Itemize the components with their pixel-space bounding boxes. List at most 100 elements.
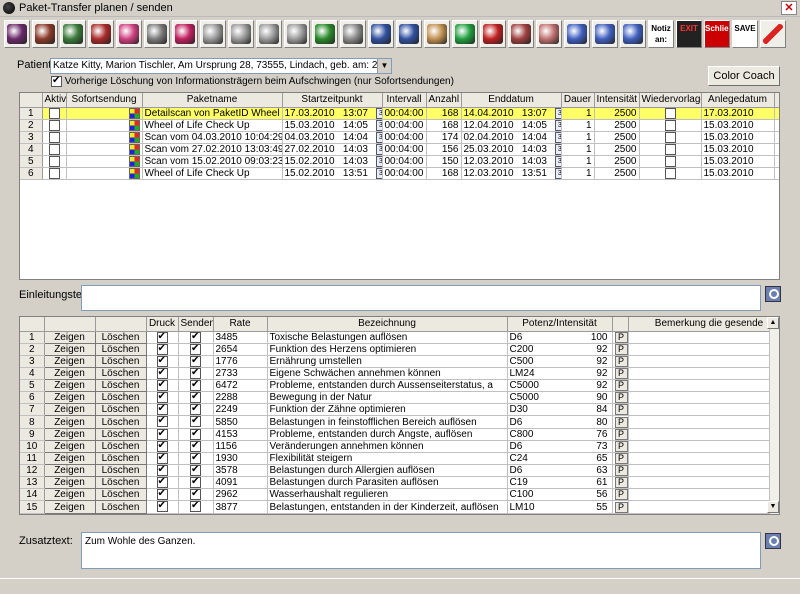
- color-wheel-icon[interactable]: [128, 119, 140, 131]
- senden-checkbox[interactable]: [190, 404, 201, 415]
- calendar-icon[interactable]: 31: [555, 131, 560, 143]
- aktiv-checkbox[interactable]: [48, 156, 60, 167]
- aktiv-cell[interactable]: [42, 155, 67, 169]
- rate-row[interactable]: 1ZeigenLöschen 3485Toxische Belastungen a…: [20, 330, 779, 344]
- rate-row[interactable]: 8ZeigenLöschen 5850Belastungen in feinsto…: [20, 415, 779, 429]
- dauer-cell[interactable]: 1: [561, 107, 595, 120]
- wiedervorlage-checkbox[interactable]: [664, 131, 676, 143]
- bemerkung-cell[interactable]: [628, 488, 779, 502]
- zeigen-button[interactable]: Zeigen: [43, 342, 96, 356]
- zeigen-button[interactable]: Zeigen: [43, 391, 96, 405]
- druck-checkbox[interactable]: [156, 367, 168, 379]
- druck-checkbox[interactable]: [156, 404, 168, 415]
- intensitaet-cell[interactable]: 2500: [594, 107, 640, 120]
- loeschen-button[interactable]: Löschen: [94, 427, 147, 441]
- p-button[interactable]: P: [614, 343, 627, 355]
- anzahl-cell[interactable]: 168: [426, 119, 462, 132]
- p-cell[interactable]: P: [612, 355, 629, 368]
- zeigen-button[interactable]: Zeigen: [43, 379, 96, 393]
- col-intensitaet[interactable]: Intensität: [594, 93, 640, 108]
- druck-checkbox[interactable]: [156, 331, 168, 343]
- anzahl-cell[interactable]: 156: [426, 143, 462, 157]
- zeigen-button[interactable]: Zeigen: [43, 464, 96, 478]
- close-window-button[interactable]: ✕: [781, 1, 797, 15]
- tool-2-button[interactable]: [32, 20, 58, 48]
- aktiv-cell[interactable]: [42, 143, 67, 157]
- schliessen-button[interactable]: Schließen: [704, 20, 730, 48]
- paket-row[interactable]: 5 Scan vom 15.02.2010 09:03:23 15.02.2010 …: [20, 155, 779, 169]
- zeigen-button[interactable]: Zeigen: [43, 354, 96, 368]
- sofortsendung-cell[interactable]: [66, 119, 143, 132]
- druck-cell[interactable]: [146, 355, 179, 368]
- wiedervorlage-cell[interactable]: [639, 167, 702, 181]
- intensitaet-cell[interactable]: 2500: [594, 119, 640, 132]
- loeschen-button[interactable]: Löschen: [94, 354, 147, 368]
- loeschen-button[interactable]: Löschen: [94, 439, 147, 453]
- loeschen-button[interactable]: Löschen: [94, 464, 147, 478]
- senden-checkbox[interactable]: [190, 452, 201, 464]
- color-wheel-icon[interactable]: [128, 131, 140, 143]
- potenz-cell[interactable]: LM24 92: [507, 367, 613, 381]
- e-cell[interactable]: [774, 107, 779, 120]
- tool-10-button[interactable]: [256, 20, 282, 48]
- paket-row[interactable]: 1 Detailscan von PaketID Wheel o 17.03.201…: [20, 107, 779, 120]
- potenz-cell[interactable]: C800 76: [507, 428, 613, 441]
- loeschen-button[interactable]: Löschen: [94, 488, 147, 502]
- e-cell[interactable]: [774, 131, 779, 144]
- tool-6-button[interactable]: [144, 20, 170, 48]
- zeigen-button[interactable]: Zeigen: [43, 439, 96, 453]
- druck-checkbox[interactable]: [156, 501, 168, 513]
- potenz-cell[interactable]: C100 56: [507, 488, 613, 502]
- loeschen-button[interactable]: Löschen: [94, 366, 147, 381]
- e-cell[interactable]: [774, 119, 779, 132]
- potenz-cell[interactable]: D30 84: [507, 403, 613, 417]
- paketname-cell[interactable]: Wheel of Life Check Up: [142, 167, 283, 181]
- wiedervorlage-cell[interactable]: [639, 155, 702, 169]
- tool-4-button[interactable]: [88, 20, 114, 48]
- paketname-cell[interactable]: Scan vom 04.03.2010 10:04:29: [142, 131, 283, 144]
- druck-cell[interactable]: [146, 391, 179, 405]
- wiedervorlage-cell[interactable]: [639, 107, 702, 120]
- bezeichnung-cell[interactable]: Eigene Schwächen annehmen können: [267, 367, 508, 381]
- senden-cell[interactable]: [178, 367, 214, 381]
- bemerkung-cell[interactable]: [628, 343, 779, 356]
- druck-checkbox[interactable]: [156, 392, 168, 403]
- p-cell[interactable]: P: [612, 464, 629, 478]
- tool-8-button[interactable]: [200, 20, 226, 48]
- paketname-cell[interactable]: Detailscan von PaketID Wheel o: [142, 107, 283, 120]
- col-anlegedatum[interactable]: Anlegedatum: [701, 93, 775, 108]
- p-cell[interactable]: P: [612, 367, 629, 381]
- bezeichnung-cell[interactable]: Veränderungen annehmen können: [267, 440, 508, 453]
- col-bemerkung[interactable]: Bemerkung die gesende: [628, 317, 779, 332]
- aktiv-checkbox[interactable]: [48, 168, 60, 179]
- scroll-up-icon[interactable]: ▲: [767, 317, 779, 329]
- bezeichnung-cell[interactable]: Ernährung umstellen: [267, 355, 508, 368]
- p-button[interactable]: P: [614, 392, 627, 403]
- rate-cell[interactable]: 5850: [213, 415, 268, 429]
- calendar-icon[interactable]: 31: [555, 156, 560, 167]
- intensitaet-cell[interactable]: 2500: [594, 167, 640, 181]
- tool-3-button[interactable]: [60, 20, 86, 48]
- anlegedatum-cell[interactable]: 15.03.2010: [701, 143, 775, 157]
- zeigen-button[interactable]: Zeigen: [43, 488, 96, 502]
- tool-14-button[interactable]: [368, 20, 394, 48]
- startzeitpunkt-cell[interactable]: 27.02.2010 14:03 31: [282, 143, 383, 157]
- bezeichnung-cell[interactable]: Probleme, entstanden durch Ängste, auflö…: [267, 428, 508, 441]
- p-cell[interactable]: P: [612, 415, 629, 429]
- paket-row[interactable]: 4 Scan vom 27.02.2010 13:03:49 27.02.2010 …: [20, 143, 779, 157]
- druck-checkbox[interactable]: [156, 428, 168, 440]
- intensitaet-cell[interactable]: 2500: [594, 143, 640, 157]
- tool-19-button[interactable]: [508, 20, 534, 48]
- intervall-cell[interactable]: 00:04:00: [382, 155, 427, 169]
- tool-15-button[interactable]: [396, 20, 422, 48]
- bezeichnung-cell[interactable]: Bewegung in der Natur: [267, 391, 508, 405]
- calendar-icon[interactable]: 31: [555, 168, 560, 179]
- anlegedatum-cell[interactable]: 15.03.2010: [701, 155, 775, 169]
- wiedervorlage-checkbox[interactable]: [664, 143, 676, 155]
- p-cell[interactable]: P: [612, 488, 629, 502]
- p-button[interactable]: P: [614, 416, 627, 428]
- rate-row[interactable]: 10ZeigenLöschen 1156Veränderungen annehme…: [20, 439, 779, 453]
- enddatum-cell[interactable]: 12.03.2010 14:03 31: [461, 155, 562, 169]
- scroll-down-icon[interactable]: ▼: [767, 501, 779, 513]
- tool-23-button[interactable]: [620, 20, 646, 48]
